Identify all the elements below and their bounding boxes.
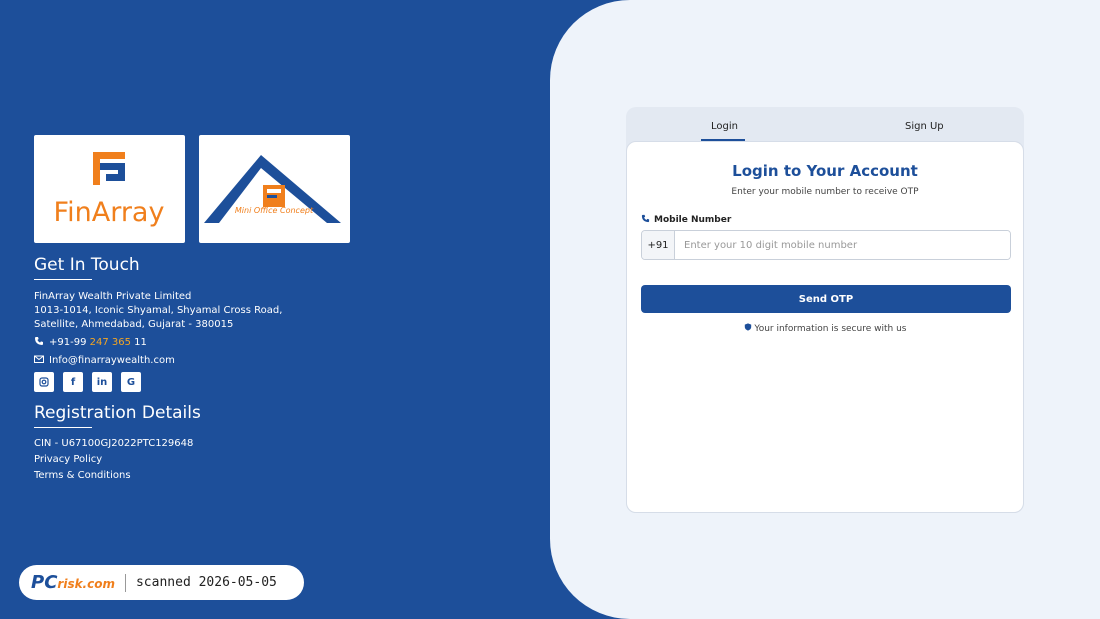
email-link[interactable]: Info@finarraywealth.com (49, 355, 175, 366)
svg-text:Mini Office Concept: Mini Office Concept (235, 206, 314, 215)
phone-icon (34, 336, 44, 349)
tab-signup[interactable]: Sign Up (905, 121, 944, 132)
login-form: Login to Your Account Enter your mobile … (626, 141, 1024, 513)
google-icon[interactable]: G (121, 372, 141, 392)
mail-icon (34, 354, 44, 367)
heading-underline (34, 427, 92, 428)
shield-icon (744, 323, 755, 334)
company-address: FinArray Wealth Private Limited 1013-101… (34, 290, 282, 332)
cin-text: CIN - U67100GJ2022PTC129648 (34, 438, 194, 449)
finarray-logo: FinArray (34, 135, 185, 243)
secure-note: Your information is secure with us (627, 323, 1023, 334)
auth-card: Login Sign Up Login to Your Account Ente… (626, 107, 1024, 513)
mobile-number-label: Mobile Number (641, 214, 731, 226)
phone-icon (641, 214, 650, 226)
mobile-number-input[interactable] (675, 231, 1010, 259)
send-otp-button[interactable]: Send OTP (641, 285, 1011, 313)
instagram-icon[interactable] (34, 372, 54, 392)
address-line-2: Satellite, Ahmedabad, Gujarat - 380015 (34, 319, 234, 330)
company-name: FinArray Wealth Private Limited (34, 291, 192, 302)
phone-highlight: 247 365 (89, 337, 131, 348)
country-code: +91 (642, 231, 675, 259)
address-line-1: 1013-1014, Iconic Shyamal, Shyamal Cross… (34, 305, 283, 316)
tab-login[interactable]: Login (711, 121, 738, 132)
privacy-policy-link[interactable]: Privacy Policy (34, 454, 102, 465)
registration-heading: Registration Details (34, 403, 201, 423)
facebook-icon[interactable]: f (63, 372, 83, 392)
social-links: f in G (34, 372, 141, 392)
phone-prefix: +91-99 (49, 337, 87, 348)
login-title: Login to Your Account (732, 162, 918, 180)
watermark-divider (124, 573, 126, 592)
get-in-touch-heading: Get In Touch (34, 255, 140, 275)
terms-link[interactable]: Terms & Conditions (34, 470, 131, 481)
pcrisk-watermark: PCrisk.com scanned 2026-05-05 (19, 565, 304, 600)
login-subtitle: Enter your mobile number to receive OTP (731, 187, 919, 197)
svg-text:FinArray: FinArray (54, 197, 165, 228)
scan-date: scanned 2026-05-05 (135, 575, 277, 590)
phone-row[interactable]: +91-99 247 365 11 (34, 336, 147, 349)
mini-office-concept-logo: Mini Office Concept (199, 135, 350, 243)
mobile-number-field: +91 (641, 230, 1011, 260)
email-row[interactable]: Info@finarraywealth.com (34, 354, 175, 367)
phone-suffix: 11 (134, 337, 147, 348)
heading-underline (34, 279, 92, 280)
pcrisk-logo: PCrisk.com (31, 572, 115, 593)
linkedin-icon[interactable]: in (92, 372, 112, 392)
